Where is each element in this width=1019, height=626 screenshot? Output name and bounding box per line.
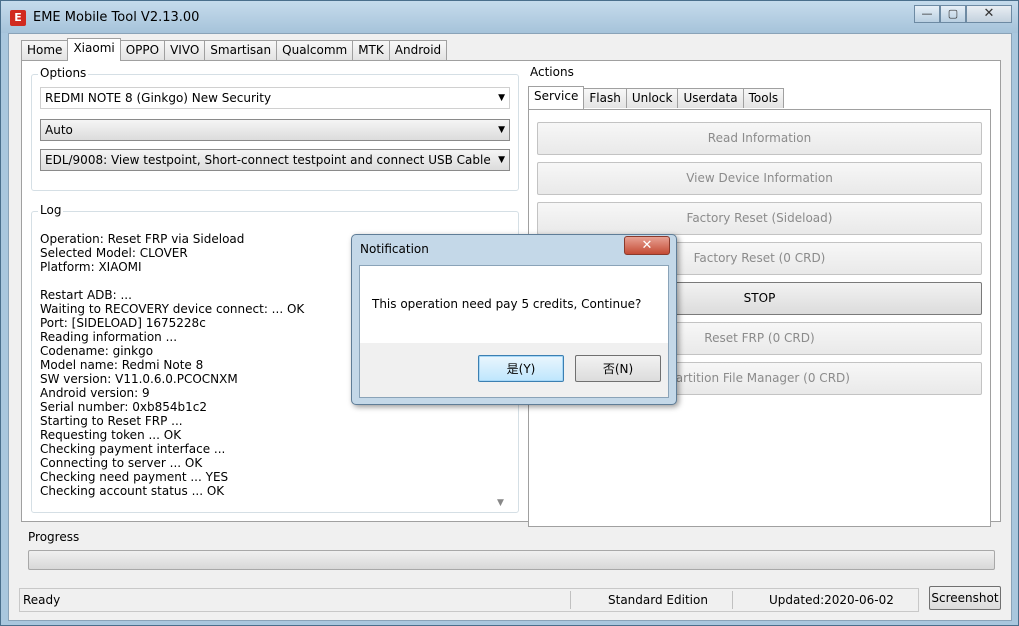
window-title: EME Mobile Tool V2.13.00 [33,10,200,25]
options-label: Options [38,66,89,80]
mode-select-value: Auto [45,123,73,137]
log-line: Starting to Reset FRP ... [40,414,183,428]
tab-android[interactable]: Android [388,40,448,60]
status-state: Ready [23,593,61,607]
app-logo-icon: E [10,10,26,26]
no-button[interactable]: 否(N) [575,355,661,382]
factory-reset-sideload-button[interactable]: Factory Reset (Sideload) [537,202,982,235]
notification-dialog: Notification ✕ This operation need pay 5… [351,234,677,405]
progress-bar [28,550,995,570]
mode-select[interactable]: Auto ▼ [40,119,510,141]
tab-vivo[interactable]: VIVO [164,40,206,60]
main-tab-strip: Home Xiaomi OPPO VIVO Smartisan Qualcomm MTK An… [21,38,448,61]
tab-qualcomm[interactable]: Qualcomm [276,40,354,60]
log-line: Checking payment interface ... [40,442,226,456]
read-information-button[interactable]: Read Information [537,122,982,155]
dialog-footer: 是(Y) 否(N) [360,343,668,397]
tab-xiaomi[interactable]: Xiaomi [67,38,121,61]
chevron-down-icon: ▼ [498,125,505,135]
log-line: Checking need payment ... YES [40,470,229,484]
status-updated: Updated:2020-06-02 [769,593,894,607]
status-bar: Ready Standard Edition Updated:2020-06-0… [19,588,919,612]
status-separator [570,591,571,609]
tab-smartisan[interactable]: Smartisan [204,40,278,60]
title-bar[interactable]: E EME Mobile Tool V2.13.00 — ▢ ✕ [1,1,1018,33]
maximize-button[interactable]: ▢ [940,5,966,23]
log-line: Requesting token ... OK [40,428,182,442]
view-device-information-button[interactable]: View Device Information [537,162,982,195]
tab-service[interactable]: Service [528,86,585,109]
progress-label: Progress [28,530,80,544]
log-line: Checking account status ... OK [40,484,225,498]
dialog-body: This operation need pay 5 credits, Conti… [359,265,669,398]
dialog-title: Notification [360,242,429,256]
connection-select[interactable]: EDL/9008: View testpoint, Short-connect … [40,149,510,171]
minimize-button[interactable]: — [914,5,940,23]
tab-home[interactable]: Home [21,40,69,60]
progress-group: Progress [21,528,1001,576]
actions-label: Actions [528,65,576,79]
tab-oppo[interactable]: OPPO [119,40,166,60]
yes-button[interactable]: 是(Y) [478,355,564,382]
options-group: Options REDMI NOTE 8 (Ginkgo) New Securi… [31,66,519,191]
dialog-close-button[interactable]: ✕ [624,236,670,255]
model-select[interactable]: REDMI NOTE 8 (Ginkgo) New Security ▼ [40,87,510,109]
log-line: Connecting to server ... OK [40,456,203,470]
close-button[interactable]: ✕ [966,5,1012,23]
log-label: Log [38,203,64,217]
tab-tools[interactable]: Tools [742,88,785,108]
status-edition: Standard Edition [608,593,708,607]
connection-select-value: EDL/9008: View testpoint, Short-connect … [45,153,491,167]
tab-unlock[interactable]: Unlock [625,88,679,108]
actions-tab-strip: Service Flash Unlock Userdata Tools [528,86,785,109]
tab-flash[interactable]: Flash [583,88,627,108]
chevron-down-icon: ▼ [498,155,505,165]
model-select-value: REDMI NOTE 8 (Ginkgo) New Security [45,91,272,105]
status-separator [732,591,733,609]
scroll-down-icon[interactable]: ▼ [497,496,504,510]
chevron-down-icon: ▼ [498,93,505,103]
dialog-message: This operation need pay 5 credits, Conti… [372,297,642,311]
tab-mtk[interactable]: MTK [352,40,390,60]
screenshot-button[interactable]: Screenshot [929,586,1001,610]
app-window: E EME Mobile Tool V2.13.00 — ▢ ✕ Home Xia… [0,0,1019,626]
tab-userdata[interactable]: Userdata [677,88,744,108]
window-controls: — ▢ ✕ [914,5,1012,23]
